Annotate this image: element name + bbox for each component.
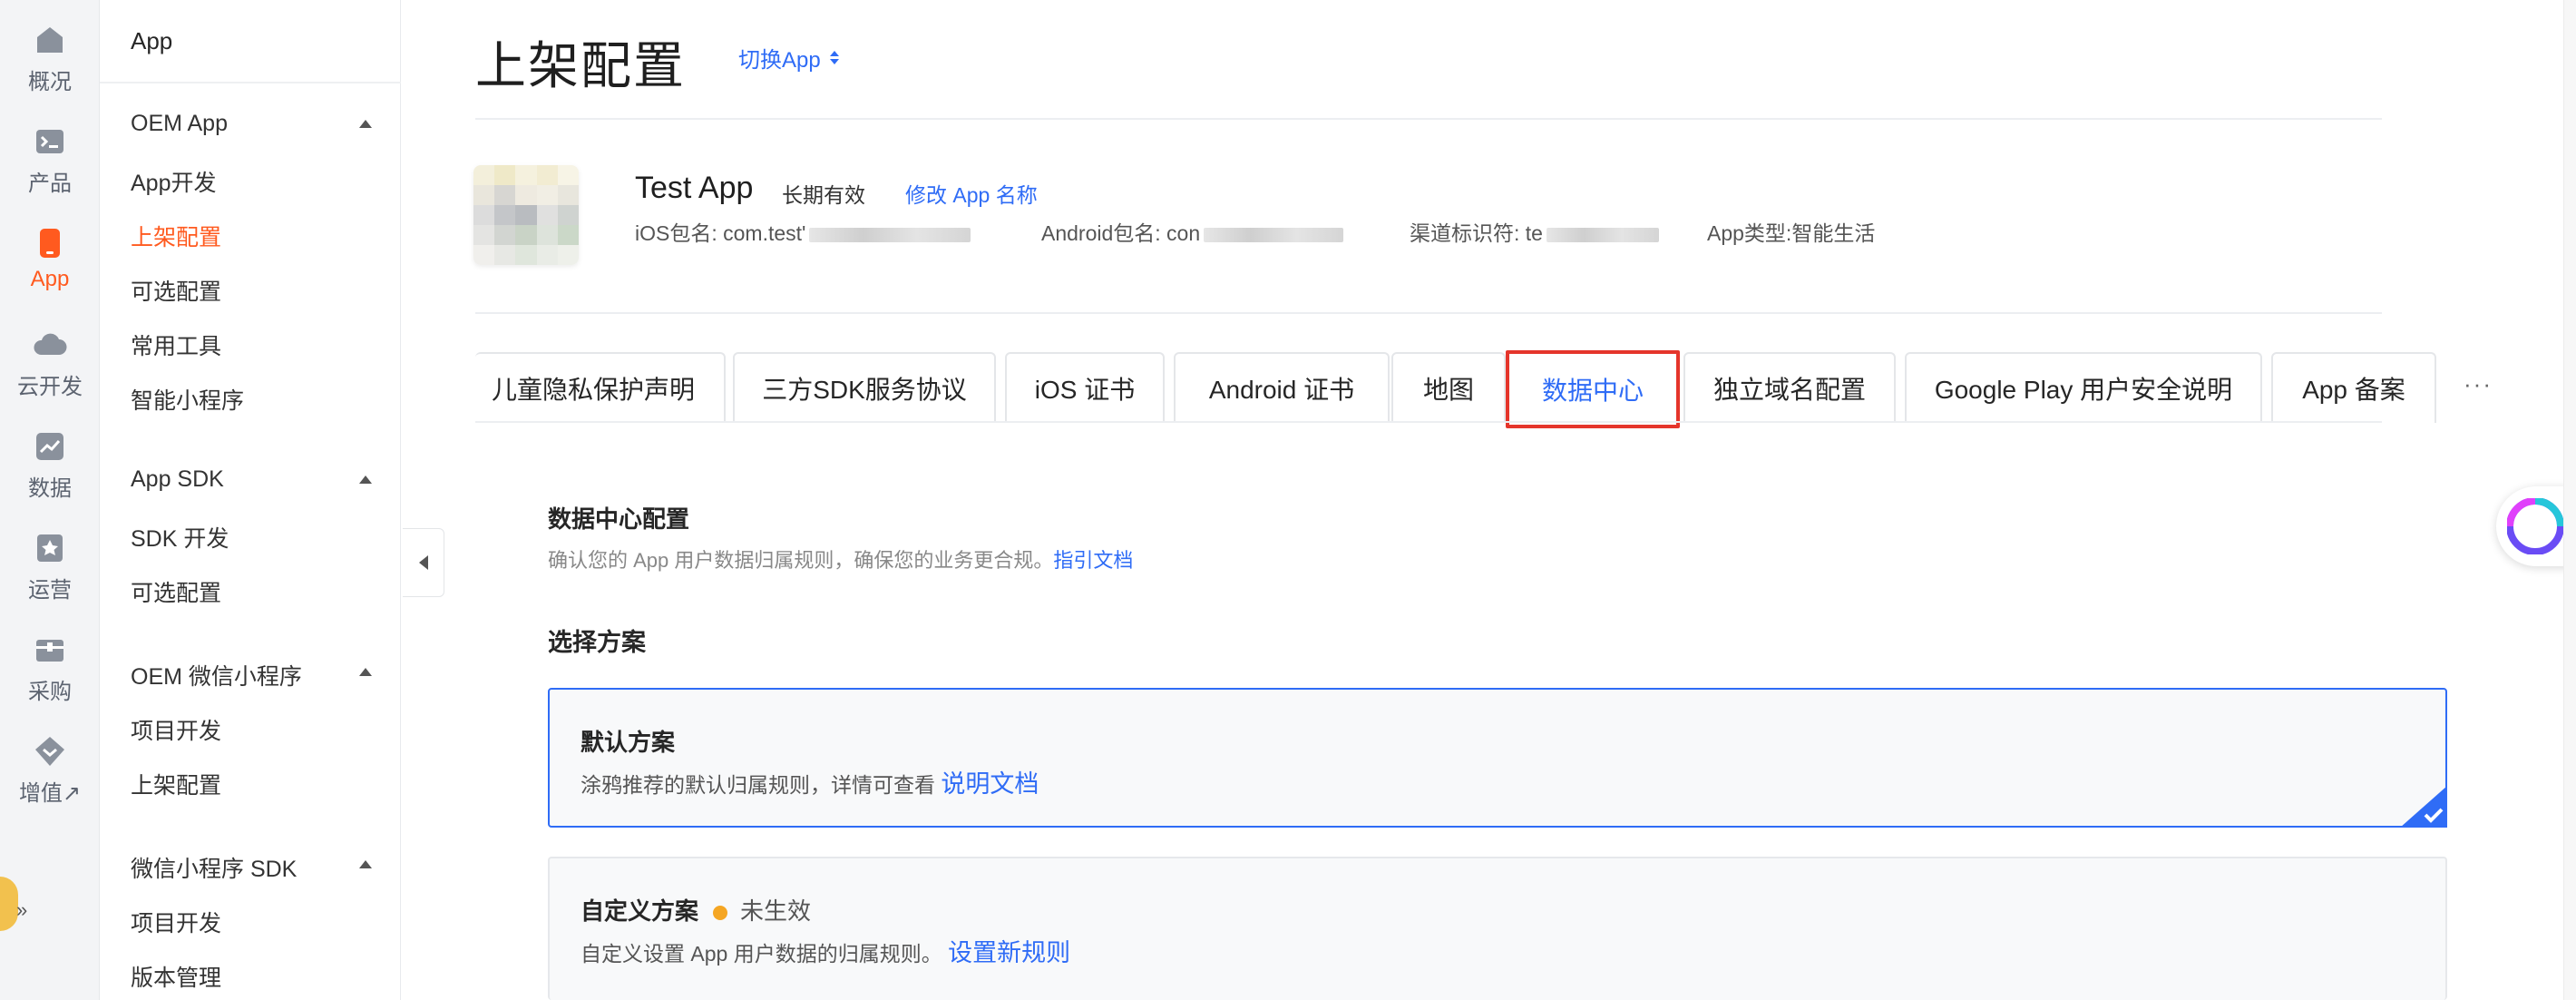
rename-app-link[interactable]: 修改 App 名称 [905, 178, 1038, 209]
status-badge: 未生效 [740, 897, 812, 925]
custom-plan-header: 自定义方案 未生效 [581, 893, 811, 926]
box-icon [36, 640, 63, 662]
menu-title: App [131, 27, 173, 54]
default-plan-card[interactable]: 默认方案 涂鸦推荐的默认归属规则，详情可查看 说明文档 [548, 688, 2447, 828]
status-dot-icon [713, 906, 728, 921]
menu-item-tools[interactable]: 常用工具 [131, 328, 221, 361]
chevron-up-icon[interactable] [359, 860, 372, 868]
cloud-icon [34, 333, 67, 355]
terminal-icon [36, 130, 63, 153]
switch-app-button[interactable]: 切换App [738, 42, 839, 74]
tab-android-cert[interactable]: Android 证书 [1174, 352, 1390, 423]
menu-item-listing-config[interactable]: 上架配置 [131, 220, 221, 252]
divider [475, 312, 2382, 314]
rail-item-label: 产品 [28, 172, 72, 196]
tab-bar-baseline [475, 421, 2382, 423]
rail-item-product[interactable]: 产品 [0, 123, 100, 214]
custom-plan-card[interactable]: 自定义方案 未生效 自定义设置 App 用户数据的归属规则。 设置新规则 [548, 857, 2447, 1000]
rail-item-app[interactable]: App [0, 225, 100, 316]
validity-badge: 长期有效 [782, 183, 865, 207]
scrollbar[interactable] [2563, 0, 2576, 1000]
menu-item-project-dev[interactable]: 项目开发 [131, 713, 221, 746]
rail-item-label: 概况 [28, 70, 72, 94]
custom-plan-title: 自定义方案 [581, 897, 699, 925]
plan-heading: 选择方案 [548, 629, 646, 656]
android-package: Android包名: con [1041, 216, 1344, 247]
section-description: 确认您的 App 用户数据归属规则，确保您的业务更合规。指引文档 [548, 549, 1134, 572]
tab-ios-cert[interactable]: iOS 证书 [1005, 352, 1165, 423]
assistant-swirl-icon [2507, 498, 2563, 554]
phone-icon [40, 229, 60, 258]
tab-map[interactable]: 地图 [1391, 352, 1506, 423]
tab-app-filing[interactable]: App 备案 [2271, 352, 2436, 423]
tab-domain-config[interactable]: 独立域名配置 [1683, 352, 1896, 423]
ios-bundle-id: iOS包名: com.test' [635, 216, 971, 247]
menu-item-version-mgmt[interactable]: 版本管理 [131, 960, 221, 993]
menu-item-optional-config[interactable]: 可选配置 [131, 274, 221, 307]
app-icon [473, 165, 579, 265]
rail-expand-button[interactable]: » [16, 898, 27, 922]
rail-item-label: 数据 [28, 476, 72, 501]
more-tabs-icon[interactable]: ··· [2464, 370, 2493, 398]
tab-data-center[interactable]: 数据中心 [1506, 350, 1680, 428]
menu-item-sdk-dev[interactable]: SDK 开发 [131, 521, 229, 554]
default-plan-desc: 涂鸦推荐的默认归属规则，详情可查看 说明文档 [581, 770, 1039, 798]
chevron-up-icon[interactable] [359, 668, 372, 676]
rail-item-value-added[interactable]: 增值↗ [0, 733, 100, 824]
rail-item-label: App [30, 267, 70, 291]
rail-item-operation[interactable]: 运营 [0, 530, 100, 621]
switch-app-label: 切换App [738, 48, 821, 73]
selected-check-icon [2400, 786, 2447, 828]
rail-item-cloud[interactable]: 云开发 [0, 327, 100, 417]
menu-item-app-dev[interactable]: App开发 [131, 165, 216, 198]
icon-rail: 概况 产品 App 云开发 数据 运营 采购 增值↗ [0, 0, 100, 1000]
rail-item-label: 云开发 [17, 375, 83, 399]
rail-item-label: 增值↗ [18, 781, 82, 806]
tab-third-party-sdk[interactable]: 三方SDK服务协议 [733, 352, 996, 423]
app-name: Test App [635, 171, 754, 205]
menu-item-wechat-listing[interactable]: 上架配置 [131, 768, 221, 800]
rail-item-overview[interactable]: 概况 [0, 22, 100, 113]
tab-google-play-safety[interactable]: Google Play 用户安全说明 [1905, 352, 2262, 423]
explain-doc-link[interactable]: 说明文档 [941, 770, 1039, 798]
menu-group-wechat-sdk[interactable]: 微信小程序 SDK [131, 851, 297, 884]
bookmark-icon [37, 534, 63, 562]
chevron-up-icon[interactable] [359, 120, 372, 128]
rail-item-label: 运营 [28, 578, 72, 603]
diamond-icon [35, 737, 64, 766]
chevron-up-icon[interactable] [359, 475, 372, 484]
app-type: App类型:智能生活 [1707, 221, 1876, 245]
menu-group-app-sdk[interactable]: App SDK [131, 466, 224, 493]
menu-group-oem-app[interactable]: OEM App [131, 111, 228, 137]
section-title: 数据中心配置 [548, 505, 690, 533]
set-new-rule-link[interactable]: 设置新规则 [948, 939, 1070, 966]
rail-item-data[interactable]: 数据 [0, 428, 100, 519]
channel-id: 渠道标识符: te [1410, 216, 1659, 247]
menu-item-wechat-project-dev[interactable]: 项目开发 [131, 906, 221, 938]
tab-children-privacy[interactable]: 儿童隐私保护声明 [475, 352, 726, 423]
collapse-sidebar-button[interactable] [403, 528, 444, 597]
menu-item-sdk-optional[interactable]: 可选配置 [131, 575, 221, 608]
divider [475, 118, 2382, 120]
page-title: 上架配置 [475, 37, 686, 94]
rail-item-label: 采购 [28, 680, 72, 704]
divider [100, 82, 401, 83]
custom-plan-desc: 自定义设置 App 用户数据的归属规则。 设置新规则 [581, 939, 1071, 966]
menu-group-oem-wechat[interactable]: OEM 微信小程序 [131, 659, 302, 691]
sidebar-menu: App OEM App App开发 上架配置 可选配置 常用工具 智能小程序 A… [100, 0, 401, 1000]
sort-icon [829, 51, 839, 64]
chart-icon [36, 433, 63, 460]
rail-item-purchase[interactable]: 采购 [0, 632, 100, 722]
menu-item-mini-program[interactable]: 智能小程序 [131, 383, 244, 416]
guide-doc-link[interactable]: 指引文档 [1053, 549, 1133, 572]
default-plan-title: 默认方案 [581, 729, 676, 756]
home-icon [37, 27, 63, 53]
